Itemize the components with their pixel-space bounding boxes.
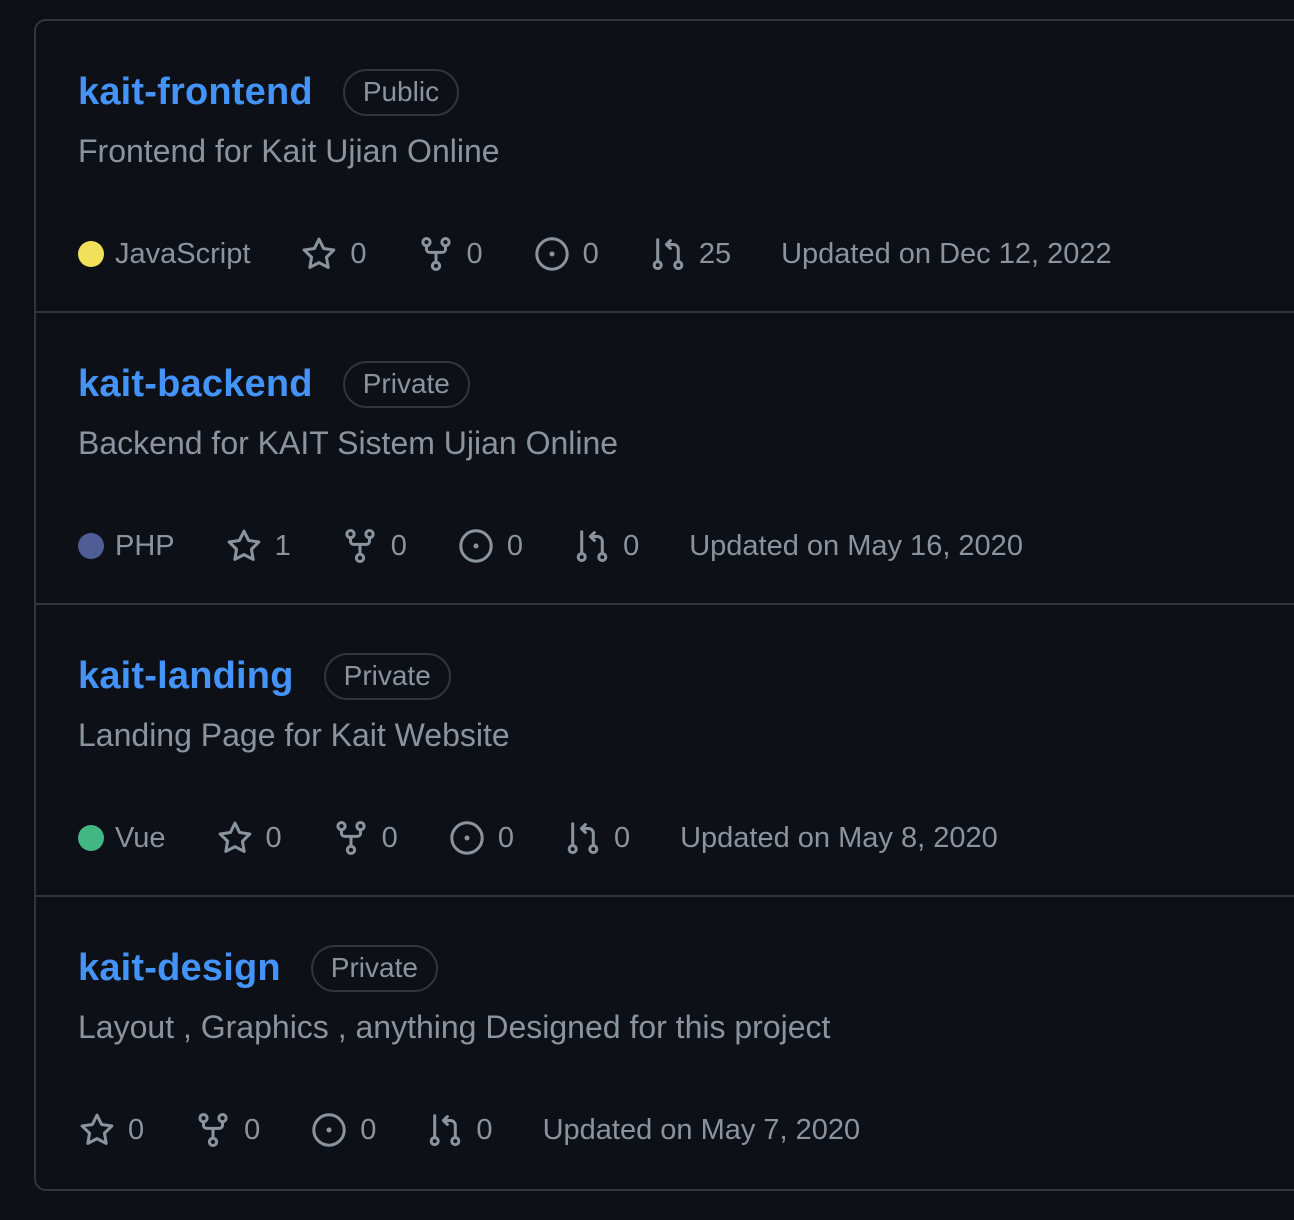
star-icon [218,821,251,853]
issues-link[interactable]: 0 [533,235,599,273]
repo-meta: PHP 1 0 0 0 Updated on May 16, 2020 [78,521,1023,571]
repo-forked-icon [420,236,451,272]
stars-count: 1 [274,529,291,562]
language-name: Vue [115,821,166,854]
issues-count: 0 [582,237,599,270]
repo-forked-icon [345,528,375,564]
issue-opened-icon [534,237,569,271]
star-icon [80,1113,114,1145]
repo-name-link[interactable]: kait-landing [78,655,294,698]
git-pull-request-icon [652,238,684,271]
git-pull-request-icon [430,1114,461,1147]
forks-link[interactable]: 0 [417,235,483,273]
repo-list-item: kait-design Private Layout , Graphics , … [36,897,1294,1187]
stars-link[interactable]: 1 [225,527,291,565]
issues-link[interactable]: 0 [310,1111,376,1149]
repo-header: kait-backend Private [78,361,470,408]
pull-requests-count: 25 [698,237,732,270]
repo-language: Vue [78,822,166,855]
repo-forked-icon [336,820,366,856]
forks-count: 0 [381,821,398,854]
pull-requests-count: 0 [623,529,640,562]
visibility-badge: Private [323,653,451,700]
repo-list-item: kait-landing Private Landing Page for Ka… [36,605,1294,897]
repo-name-link[interactable]: kait-frontend [78,71,313,114]
forks-count: 0 [244,1113,261,1146]
repo-language: PHP [78,530,175,563]
repo-meta: Vue 0 0 0 0 Updated on May 8, 2020 [78,813,998,863]
updated-date: Updated on Dec 12, 2022 [781,237,1112,270]
repo-language: JavaScript [78,238,250,271]
language-color-dot [78,825,104,851]
forks-count: 0 [466,237,483,270]
repo-meta: 0 0 0 0 Updated on May 7, 2020 [78,1105,860,1155]
updated-date: Updated on May 8, 2020 [680,821,998,854]
repo-forked-icon [198,1112,228,1148]
visibility-badge: Private [342,361,470,408]
repo-header: kait-design Private [78,945,438,992]
language-name: JavaScript [115,237,251,270]
stars-link[interactable]: 0 [216,819,282,857]
repo-header: kait-landing Private [78,653,451,700]
repo-name-link[interactable]: kait-backend [78,363,313,406]
visibility-badge: Private [310,945,438,992]
forks-link[interactable]: 0 [332,819,398,857]
repo-list-item: kait-frontend Public Frontend for Kait U… [36,21,1294,313]
repo-description: Landing Page for Kait Website [78,717,510,753]
git-pull-request-icon [567,822,599,855]
repo-description: Layout , Graphics , anything Designed fo… [78,1009,831,1045]
issues-link[interactable]: 0 [448,819,514,857]
repo-description: Backend for KAIT Sistem Ujian Online [78,425,619,461]
language-color-dot [78,241,104,267]
stars-count: 0 [265,821,282,854]
issues-count: 0 [497,821,514,854]
repo-description: Frontend for Kait Ujian Online [78,133,500,169]
stars-link[interactable]: 0 [300,235,367,273]
language-color-dot [78,533,104,559]
repo-name-link[interactable]: kait-design [78,947,281,990]
visibility-badge: Public [342,69,460,116]
repository-list: kait-frontend Public Frontend for Kait U… [34,19,1294,1191]
issue-opened-icon [459,529,493,563]
issues-link[interactable]: 0 [457,527,523,565]
forks-link[interactable]: 0 [194,1111,260,1149]
forks-count: 0 [390,529,407,562]
stars-link[interactable]: 0 [78,1111,144,1149]
language-name: PHP [115,529,175,562]
pull-requests-link[interactable]: 0 [564,819,630,857]
forks-link[interactable]: 0 [341,527,407,565]
pull-requests-link[interactable]: 0 [573,527,639,565]
pull-requests-link[interactable]: 25 [649,235,731,273]
pull-requests-count: 0 [613,821,631,854]
pull-requests-count: 0 [476,1113,493,1146]
stars-count: 0 [350,237,367,270]
git-pull-request-icon [576,530,608,563]
repo-list-item: kait-backend Private Backend for KAIT Si… [36,313,1294,605]
repo-header: kait-frontend Public [78,69,460,116]
issues-count: 0 [360,1113,377,1146]
star-icon [303,237,336,269]
pull-requests-link[interactable]: 0 [426,1111,493,1149]
star-icon [227,529,261,561]
stars-count: 0 [128,1113,145,1146]
issue-opened-icon [450,821,484,855]
updated-date: Updated on May 7, 2020 [542,1113,861,1146]
repo-meta: JavaScript 0 0 0 25 Updated on Dec 12, 2… [78,229,1112,279]
updated-date: Updated on May 16, 2020 [689,529,1023,562]
issues-count: 0 [506,529,524,562]
issue-opened-icon [312,1113,346,1147]
